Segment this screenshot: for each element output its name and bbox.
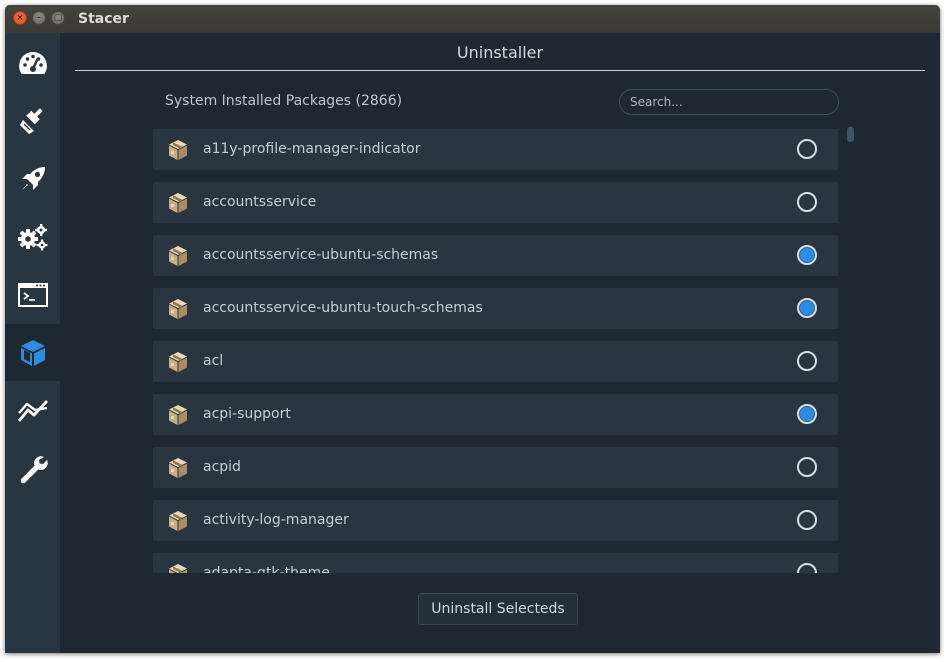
package-row[interactable]: activity-log-manager — [153, 500, 838, 541]
title-bar: × – □ Stacer — [5, 5, 940, 33]
package-select-radio[interactable] — [797, 139, 817, 159]
package-name: acl — [203, 353, 224, 369]
sidebar-item-resources[interactable] — [5, 382, 60, 439]
broom-icon — [19, 107, 43, 134]
page-title: Uninstaller — [456, 43, 544, 62]
package-name: a11y-profile-manager-indicator — [203, 141, 421, 157]
package-row[interactable]: acl — [153, 341, 838, 382]
sidebar-item-startup-apps[interactable] — [5, 150, 60, 207]
package-select-radio[interactable] — [797, 245, 817, 265]
package-box-icon — [169, 352, 187, 372]
window-title: Stacer — [78, 11, 129, 27]
package-name: accountsservice — [203, 194, 317, 210]
package-cube-icon — [20, 339, 45, 366]
title-divider — [75, 70, 925, 71]
package-select-radio[interactable] — [797, 404, 817, 424]
package-row[interactable]: acpid — [153, 447, 838, 488]
package-select-radio[interactable] — [797, 351, 817, 371]
search-input[interactable] — [619, 89, 839, 115]
package-name: accountsservice-ubuntu-touch-schemas — [203, 300, 483, 316]
scrollbar-thumb[interactable] — [847, 127, 854, 142]
package-select-radio[interactable] — [797, 563, 817, 573]
sidebar-item-system-cleaner[interactable] — [5, 92, 60, 149]
package-box-icon — [169, 458, 187, 478]
speedometer-icon — [18, 51, 47, 74]
maximize-icon: □ — [53, 13, 63, 23]
sidebar-item-uninstaller[interactable] — [5, 324, 60, 381]
minimize-window-button[interactable]: – — [32, 11, 46, 25]
maximize-window-button[interactable]: □ — [51, 11, 65, 25]
package-name: activity-log-manager — [203, 512, 349, 528]
package-name: acpid — [203, 459, 241, 475]
sidebar-item-services[interactable] — [5, 208, 60, 265]
package-box-icon — [169, 405, 187, 425]
package-row[interactable]: accountsservice-ubuntu-schemas — [153, 235, 838, 276]
package-select-radio[interactable] — [797, 457, 817, 477]
package-row[interactable]: a11y-profile-manager-indicator — [153, 129, 838, 170]
package-box-icon — [169, 564, 187, 573]
gears-icon — [17, 223, 47, 250]
terminal-window-icon — [17, 282, 48, 307]
package-name: accountsservice-ubuntu-schemas — [203, 247, 439, 263]
close-window-button[interactable]: × — [13, 11, 27, 25]
package-row[interactable]: accountsservice — [153, 182, 838, 223]
app-window: × – □ Stacer Uninstaller System Installe… — [5, 5, 940, 653]
sidebar-item-dashboard[interactable] — [5, 34, 60, 91]
package-count-label: System Installed Packages (2866) — [165, 93, 403, 109]
package-box-icon — [169, 511, 187, 531]
package-select-radio[interactable] — [797, 298, 817, 318]
uninstall-selected-button[interactable]: Uninstall Selecteds — [418, 593, 578, 625]
package-name: acpi-support — [203, 406, 291, 422]
package-box-icon — [169, 299, 187, 319]
sidebar-item-settings[interactable] — [5, 440, 60, 497]
package-name: adapta-gtk-theme — [203, 565, 330, 573]
package-box-icon — [169, 140, 187, 160]
line-chart-icon — [17, 399, 48, 422]
sidebar-item-processes[interactable] — [5, 266, 60, 323]
package-list: a11y-profile-manager-indicator accountss… — [153, 129, 838, 573]
package-box-icon — [169, 246, 187, 266]
package-row[interactable]: accountsservice-ubuntu-touch-schemas — [153, 288, 838, 329]
package-row[interactable]: acpi-support — [153, 394, 838, 435]
package-row[interactable]: adapta-gtk-theme — [153, 553, 838, 573]
sidebar — [5, 33, 60, 653]
package-box-icon — [169, 193, 187, 213]
rocket-icon — [21, 166, 45, 190]
close-icon: × — [16, 13, 24, 23]
minimize-icon: – — [36, 13, 42, 23]
main-panel: Uninstaller System Installed Packages (2… — [60, 33, 940, 653]
wrench-icon — [20, 455, 48, 483]
package-select-radio[interactable] — [797, 192, 817, 212]
package-select-radio[interactable] — [797, 510, 817, 530]
